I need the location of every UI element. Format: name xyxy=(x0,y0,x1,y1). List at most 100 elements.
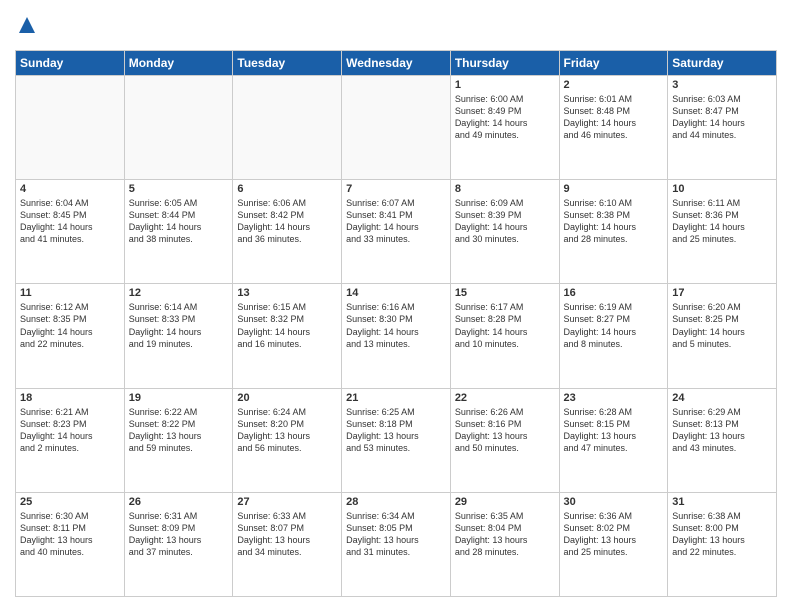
calendar-cell: 7 Sunrise: 6:07 AM Sunset: 8:41 PM Daylig… xyxy=(342,180,451,284)
day-number: 26 xyxy=(129,496,229,508)
logo-icon xyxy=(17,15,37,35)
day-number: 8 xyxy=(455,183,555,195)
day-number: 28 xyxy=(346,496,446,508)
day-info: Sunrise: 6:22 AM Sunset: 8:22 PM Dayligh… xyxy=(129,406,229,455)
day-info: Sunrise: 6:12 AM Sunset: 8:35 PM Dayligh… xyxy=(20,301,120,350)
day-info: Sunrise: 6:38 AM Sunset: 8:00 PM Dayligh… xyxy=(672,510,772,559)
calendar-cell: 11 Sunrise: 6:12 AM Sunset: 8:35 PM Dayli… xyxy=(16,284,125,388)
day-number: 30 xyxy=(564,496,664,508)
weekday-wednesday: Wednesday xyxy=(342,50,451,75)
day-number: 24 xyxy=(672,392,772,404)
week-row-2: 11 Sunrise: 6:12 AM Sunset: 8:35 PM Dayli… xyxy=(16,284,777,388)
day-number: 1 xyxy=(455,79,555,91)
day-number: 16 xyxy=(564,287,664,299)
day-number: 3 xyxy=(672,79,772,91)
calendar-cell xyxy=(16,75,125,179)
weekday-thursday: Thursday xyxy=(450,50,559,75)
calendar-cell: 8 Sunrise: 6:09 AM Sunset: 8:39 PM Daylig… xyxy=(450,180,559,284)
day-number: 14 xyxy=(346,287,446,299)
week-row-4: 25Sunrise: 6:30 AM Sunset: 8:11 PM Dayli… xyxy=(16,492,777,596)
weekday-friday: Friday xyxy=(559,50,668,75)
calendar-cell: 2Sunrise: 6:01 AM Sunset: 8:48 PM Daylig… xyxy=(559,75,668,179)
calendar-cell: 28Sunrise: 6:34 AM Sunset: 8:05 PM Dayli… xyxy=(342,492,451,596)
calendar-cell: 14 Sunrise: 6:16 AM Sunset: 8:30 PM Dayli… xyxy=(342,284,451,388)
day-info: Sunrise: 6:07 AM Sunset: 8:41 PM Dayligh… xyxy=(346,197,446,246)
day-number: 23 xyxy=(564,392,664,404)
calendar-cell: 17Sunrise: 6:20 AM Sunset: 8:25 PM Dayli… xyxy=(668,284,777,388)
day-number: 15 xyxy=(455,287,555,299)
day-info: Sunrise: 6:36 AM Sunset: 8:02 PM Dayligh… xyxy=(564,510,664,559)
day-info: Sunrise: 6:25 AM Sunset: 8:18 PM Dayligh… xyxy=(346,406,446,455)
day-number: 17 xyxy=(672,287,772,299)
weekday-saturday: Saturday xyxy=(668,50,777,75)
calendar-cell: 20 Sunrise: 6:24 AM Sunset: 8:20 PM Dayli… xyxy=(233,388,342,492)
day-info: Sunrise: 6:01 AM Sunset: 8:48 PM Dayligh… xyxy=(564,93,664,142)
calendar-cell: 16 Sunrise: 6:19 AM Sunset: 8:27 PM Dayli… xyxy=(559,284,668,388)
calendar-cell: 27 Sunrise: 6:33 AM Sunset: 8:07 PM Dayli… xyxy=(233,492,342,596)
calendar-cell xyxy=(124,75,233,179)
day-info: Sunrise: 6:15 AM Sunset: 8:32 PM Dayligh… xyxy=(237,301,337,350)
day-number: 31 xyxy=(672,496,772,508)
calendar-cell: 10Sunrise: 6:11 AM Sunset: 8:36 PM Dayli… xyxy=(668,180,777,284)
calendar-cell: 12 Sunrise: 6:14 AM Sunset: 8:33 PM Dayli… xyxy=(124,284,233,388)
week-row-0: 1 Sunrise: 6:00 AM Sunset: 8:49 PM Daylig… xyxy=(16,75,777,179)
day-info: Sunrise: 6:16 AM Sunset: 8:30 PM Dayligh… xyxy=(346,301,446,350)
calendar-table: SundayMondayTuesdayWednesdayThursdayFrid… xyxy=(15,50,777,597)
calendar-cell: 1 Sunrise: 6:00 AM Sunset: 8:49 PM Daylig… xyxy=(450,75,559,179)
day-info: Sunrise: 6:29 AM Sunset: 8:13 PM Dayligh… xyxy=(672,406,772,455)
week-row-3: 18 Sunrise: 6:21 AM Sunset: 8:23 PM Dayli… xyxy=(16,388,777,492)
day-info: Sunrise: 6:26 AM Sunset: 8:16 PM Dayligh… xyxy=(455,406,555,455)
day-number: 18 xyxy=(20,392,120,404)
weekday-header-row: SundayMondayTuesdayWednesdayThursdayFrid… xyxy=(16,50,777,75)
day-number: 12 xyxy=(129,287,229,299)
day-number: 25 xyxy=(20,496,120,508)
day-info: Sunrise: 6:09 AM Sunset: 8:39 PM Dayligh… xyxy=(455,197,555,246)
weekday-tuesday: Tuesday xyxy=(233,50,342,75)
day-info: Sunrise: 6:14 AM Sunset: 8:33 PM Dayligh… xyxy=(129,301,229,350)
day-info: Sunrise: 6:04 AM Sunset: 8:45 PM Dayligh… xyxy=(20,197,120,246)
day-number: 29 xyxy=(455,496,555,508)
day-info: Sunrise: 6:17 AM Sunset: 8:28 PM Dayligh… xyxy=(455,301,555,350)
header xyxy=(15,15,777,40)
calendar-cell: 26Sunrise: 6:31 AM Sunset: 8:09 PM Dayli… xyxy=(124,492,233,596)
calendar-cell: 18 Sunrise: 6:21 AM Sunset: 8:23 PM Dayli… xyxy=(16,388,125,492)
day-number: 4 xyxy=(20,183,120,195)
calendar-cell: 30 Sunrise: 6:36 AM Sunset: 8:02 PM Dayli… xyxy=(559,492,668,596)
week-row-1: 4 Sunrise: 6:04 AM Sunset: 8:45 PM Daylig… xyxy=(16,180,777,284)
day-info: Sunrise: 6:19 AM Sunset: 8:27 PM Dayligh… xyxy=(564,301,664,350)
calendar-cell: 3 Sunrise: 6:03 AM Sunset: 8:47 PM Daylig… xyxy=(668,75,777,179)
day-info: Sunrise: 6:21 AM Sunset: 8:23 PM Dayligh… xyxy=(20,406,120,455)
day-number: 19 xyxy=(129,392,229,404)
logo xyxy=(15,15,39,40)
day-info: Sunrise: 6:24 AM Sunset: 8:20 PM Dayligh… xyxy=(237,406,337,455)
day-number: 7 xyxy=(346,183,446,195)
day-number: 13 xyxy=(237,287,337,299)
day-number: 22 xyxy=(455,392,555,404)
calendar-cell: 31 Sunrise: 6:38 AM Sunset: 8:00 PM Dayli… xyxy=(668,492,777,596)
calendar-cell: 25Sunrise: 6:30 AM Sunset: 8:11 PM Dayli… xyxy=(16,492,125,596)
calendar-cell: 9 Sunrise: 6:10 AM Sunset: 8:38 PM Daylig… xyxy=(559,180,668,284)
calendar-cell: 24 Sunrise: 6:29 AM Sunset: 8:13 PM Dayli… xyxy=(668,388,777,492)
day-info: Sunrise: 6:03 AM Sunset: 8:47 PM Dayligh… xyxy=(672,93,772,142)
calendar-cell: 5Sunrise: 6:05 AM Sunset: 8:44 PM Daylig… xyxy=(124,180,233,284)
day-info: Sunrise: 6:33 AM Sunset: 8:07 PM Dayligh… xyxy=(237,510,337,559)
calendar-cell: 13 Sunrise: 6:15 AM Sunset: 8:32 PM Dayli… xyxy=(233,284,342,388)
day-info: Sunrise: 6:10 AM Sunset: 8:38 PM Dayligh… xyxy=(564,197,664,246)
logo-text xyxy=(15,15,39,40)
day-info: Sunrise: 6:00 AM Sunset: 8:49 PM Dayligh… xyxy=(455,93,555,142)
day-info: Sunrise: 6:28 AM Sunset: 8:15 PM Dayligh… xyxy=(564,406,664,455)
day-number: 9 xyxy=(564,183,664,195)
day-number: 6 xyxy=(237,183,337,195)
day-number: 20 xyxy=(237,392,337,404)
day-number: 11 xyxy=(20,287,120,299)
calendar-cell: 23 Sunrise: 6:28 AM Sunset: 8:15 PM Dayli… xyxy=(559,388,668,492)
day-number: 27 xyxy=(237,496,337,508)
day-number: 5 xyxy=(129,183,229,195)
weekday-monday: Monday xyxy=(124,50,233,75)
day-info: Sunrise: 6:35 AM Sunset: 8:04 PM Dayligh… xyxy=(455,510,555,559)
page: SundayMondayTuesdayWednesdayThursdayFrid… xyxy=(0,0,792,612)
calendar-cell: 21Sunrise: 6:25 AM Sunset: 8:18 PM Dayli… xyxy=(342,388,451,492)
calendar-cell: 19 Sunrise: 6:22 AM Sunset: 8:22 PM Dayli… xyxy=(124,388,233,492)
weekday-sunday: Sunday xyxy=(16,50,125,75)
day-number: 10 xyxy=(672,183,772,195)
